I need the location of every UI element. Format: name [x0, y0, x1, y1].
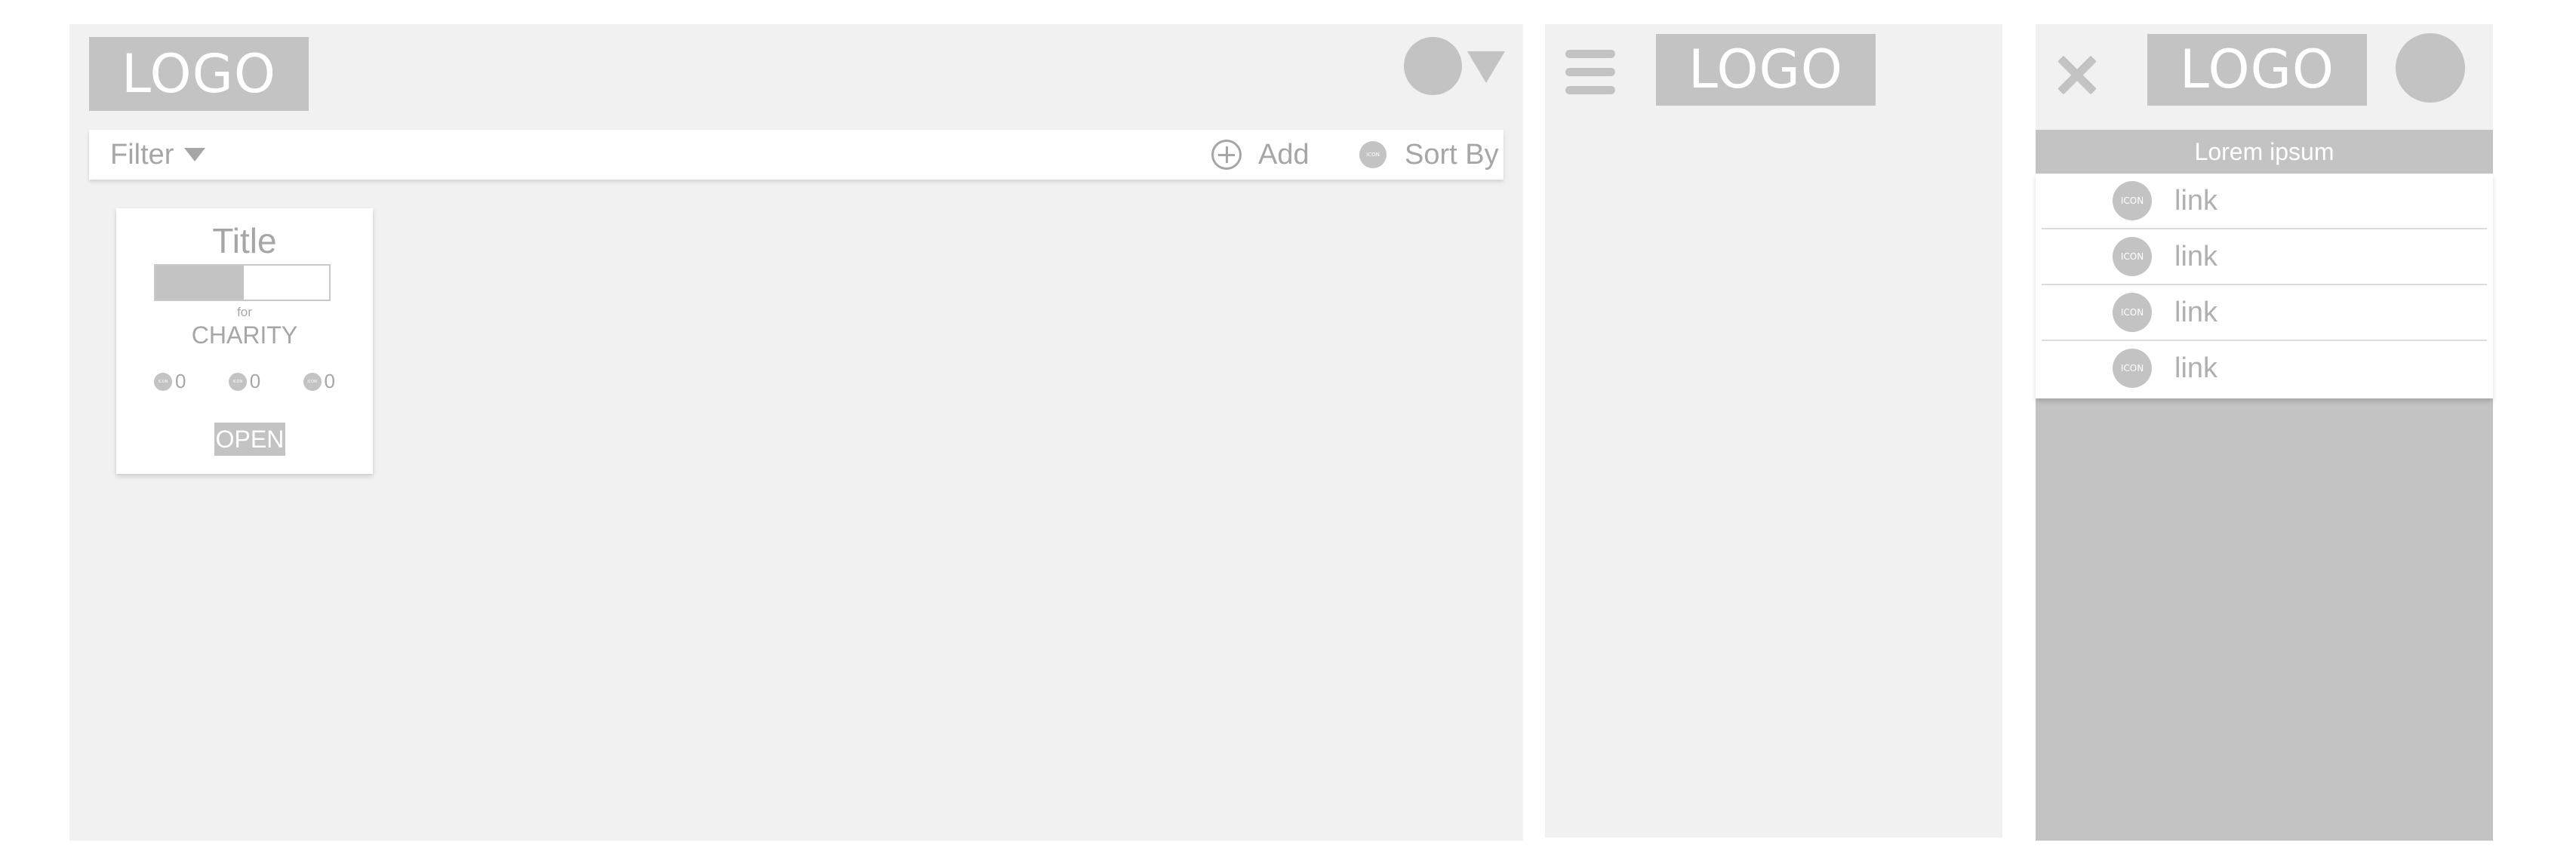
sort-icon: ICON	[1359, 141, 1386, 168]
menu-item-icon: ICON	[2113, 293, 2152, 332]
stat-icon: ICON	[228, 372, 247, 391]
stat-icon: ICON	[154, 372, 172, 391]
stat-value: 0	[249, 370, 261, 392]
filter-dropdown[interactable]: Filter	[110, 130, 206, 180]
menu-item[interactable]: ICON link	[2042, 285, 2487, 340]
menu-item-label: link	[2174, 352, 2218, 384]
menu-item[interactable]: ICON link	[2042, 174, 2487, 228]
sort-button[interactable]: ICON Sort By	[1359, 130, 1499, 180]
campaign-card: Title for CHARITY ICON 0 ICON 0 ICON 0 O…	[116, 208, 373, 474]
mobile-view: LOGO	[1545, 24, 2002, 838]
chevron-down-icon[interactable]	[1467, 51, 1505, 83]
menu-item-label: link	[2174, 240, 2218, 272]
sort-label: Sort By	[1405, 138, 1499, 171]
desktop-view: LOGO Filter Add ICON Sort By Title for C…	[69, 24, 1523, 841]
menu-item-label: link	[2174, 296, 2218, 328]
plus-circle-icon	[1211, 140, 1242, 170]
toolbar: Filter Add ICON Sort By	[89, 130, 1503, 180]
mobile-menu-view: LOGO Lorem ipsum ICON link ICON link ICO…	[2036, 24, 2493, 841]
for-label: for	[237, 305, 252, 319]
menu-item-icon: ICON	[2113, 237, 2152, 276]
logo[interactable]: LOGO	[89, 37, 309, 111]
card-stats: ICON 0 ICON 0 ICON 0	[154, 370, 335, 393]
close-icon[interactable]	[2054, 53, 2099, 98]
menu-header: Lorem ipsum	[2194, 138, 2334, 165]
add-label: Add	[1258, 138, 1310, 171]
stat-value: 0	[324, 370, 335, 392]
stat-item: ICON 0	[303, 370, 335, 393]
stat-value: 0	[175, 370, 186, 392]
hamburger-menu-icon[interactable]	[1565, 50, 1615, 95]
progress-bar	[154, 264, 331, 301]
add-button[interactable]: Add	[1211, 130, 1310, 180]
card-title: Title	[212, 221, 277, 260]
stat-item: ICON 0	[228, 370, 261, 393]
charity-label: CHARITY	[191, 321, 298, 349]
menu-item[interactable]: ICON link	[2042, 229, 2487, 284]
menu-item[interactable]: ICON link	[2042, 341, 2487, 395]
avatar[interactable]	[1404, 37, 1462, 95]
avatar[interactable]	[2396, 33, 2465, 103]
menu-overlay: Lorem ipsum ICON link ICON link ICON lin…	[2036, 130, 2493, 841]
logo[interactable]: LOGO	[1656, 34, 1876, 106]
stat-item: ICON 0	[154, 370, 186, 393]
logo[interactable]: LOGO	[2147, 34, 2367, 106]
filter-label: Filter	[110, 138, 174, 171]
stat-icon: ICON	[303, 372, 322, 391]
open-button[interactable]: OPEN	[214, 423, 285, 456]
progress-fill	[155, 266, 245, 300]
menu-item-icon: ICON	[2113, 181, 2152, 220]
menu-list: ICON link ICON link ICON link ICON link	[2036, 174, 2493, 398]
caret-down-icon	[184, 148, 206, 161]
menu-item-label: link	[2174, 184, 2218, 217]
menu-item-icon: ICON	[2113, 349, 2152, 388]
